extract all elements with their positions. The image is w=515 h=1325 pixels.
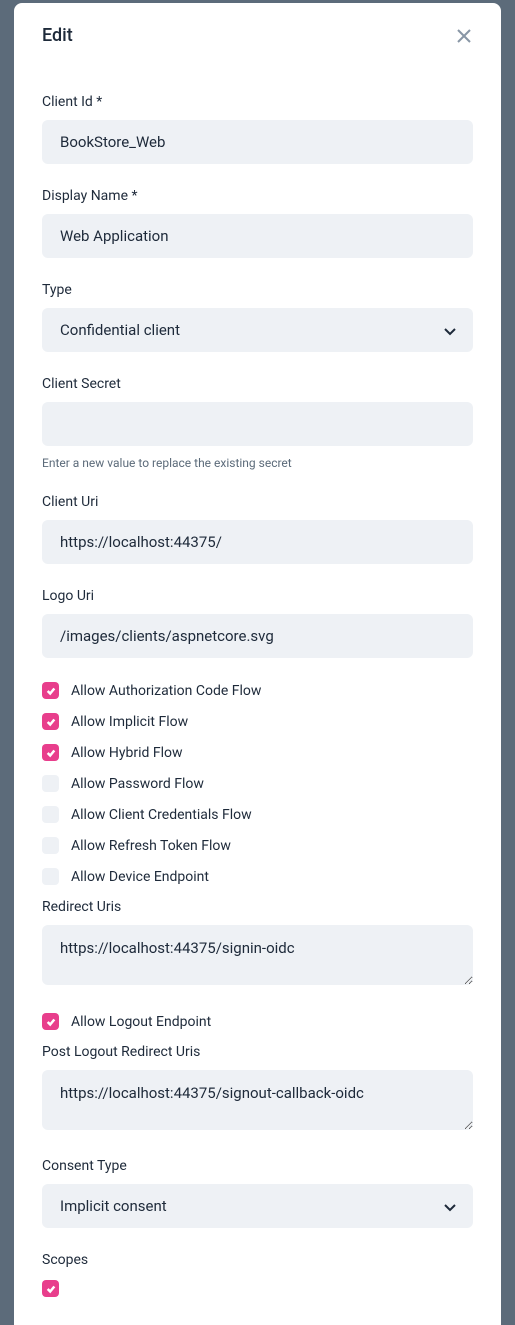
label-logout-endpoint: Allow Logout Endpoint [71,1014,211,1030]
field-redirect-uris: Redirect Uris [42,899,473,989]
field-scopes: Scopes [42,1252,473,1297]
checkbox-logout-endpoint[interactable] [42,1013,59,1030]
field-display-name: Display Name * [42,188,473,258]
label-consent-type: Consent Type [42,1158,473,1174]
edit-modal: Edit Client Id * Display Name * Type Con… [14,3,501,1325]
select-type[interactable]: Confidential client [42,308,473,352]
label-client-creds-flow: Allow Client Credentials Flow [71,807,252,823]
field-client-id: Client Id * [42,94,473,164]
label-type: Type [42,282,473,298]
label-auth-code-flow: Allow Authorization Code Flow [71,683,261,699]
field-post-logout-uris: Post Logout Redirect Uris [42,1044,473,1134]
label-implicit-flow: Allow Implicit Flow [71,714,188,730]
label-redirect-uris: Redirect Uris [42,899,473,915]
select-consent-type[interactable]: Implicit consent [42,1184,473,1228]
flow-checkboxes: Allow Authorization Code Flow Allow Impl… [42,682,473,885]
field-type: Type Confidential client [42,282,473,352]
modal-title: Edit [42,25,73,46]
field-client-secret: Client Secret Enter a new value to repla… [42,376,473,470]
checkbox-password-flow[interactable] [42,775,59,792]
field-consent-type: Consent Type Implicit consent [42,1158,473,1228]
field-client-uri: Client Uri [42,494,473,564]
close-button[interactable] [455,27,473,45]
input-logo-uri[interactable] [42,614,473,658]
textarea-post-logout-uris[interactable] [42,1070,473,1130]
label-display-name: Display Name * [42,188,473,204]
textarea-redirect-uris[interactable] [42,925,473,985]
label-refresh-flow: Allow Refresh Token Flow [71,838,231,854]
input-client-secret[interactable] [42,402,473,446]
checkbox-device-endpoint[interactable] [42,868,59,885]
label-hybrid-flow: Allow Hybrid Flow [71,745,183,761]
label-client-secret: Client Secret [42,376,473,392]
label-client-uri: Client Uri [42,494,473,510]
label-scopes: Scopes [42,1252,473,1268]
checkbox-refresh-flow[interactable] [42,837,59,854]
checkbox-hybrid-flow[interactable] [42,744,59,761]
label-client-id: Client Id * [42,94,473,110]
helper-client-secret: Enter a new value to replace the existin… [42,456,473,470]
close-icon [456,28,472,44]
input-client-uri[interactable] [42,520,473,564]
modal-header: Edit [42,25,473,46]
input-client-id[interactable] [42,120,473,164]
checkbox-implicit-flow[interactable] [42,713,59,730]
checkbox-scope-item[interactable] [42,1280,59,1297]
input-display-name[interactable] [42,214,473,258]
field-logo-uri: Logo Uri [42,588,473,658]
label-post-logout-uris: Post Logout Redirect Uris [42,1044,473,1060]
checkbox-auth-code-flow[interactable] [42,682,59,699]
checkbox-client-creds-flow[interactable] [42,806,59,823]
label-password-flow: Allow Password Flow [71,776,204,792]
label-device-endpoint: Allow Device Endpoint [71,869,209,885]
label-logo-uri: Logo Uri [42,588,473,604]
